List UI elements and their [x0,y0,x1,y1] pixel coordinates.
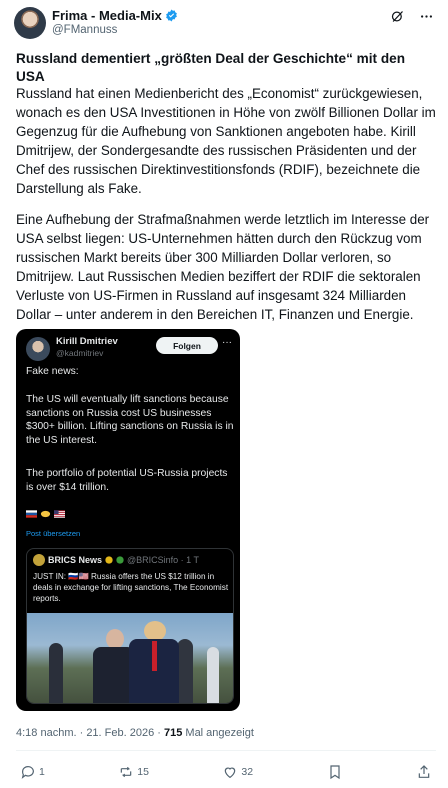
repost-count: 15 [137,766,149,778]
like-count: 32 [241,766,254,778]
like-button[interactable]: 32 [222,764,253,780]
embed-more-icon: ··· [222,337,232,348]
embed-author-handle: @kadmitriev [56,348,104,358]
embed-text-1: Fake news: [26,366,79,377]
embed-text-3: The portfolio of potential US-Russia pro… [26,468,228,493]
reply-icon [21,766,34,779]
embed-translate-link: Post übersetzen [26,529,81,538]
quote-author-name: BRICS News [48,555,103,565]
header-actions [390,9,434,24]
verified-badge-icon [165,9,177,22]
bookmark-icon [329,765,340,780]
affiliate-badge-icon [116,556,124,564]
repost-icon [121,766,132,778]
reply-count: 1 [39,766,45,778]
usa-flag-icon [54,510,65,518]
quote-header: BRICS News @BRICSinfo · 1 T [33,554,199,566]
post-paragraph-1: Russland hat einen Medienbericht des „Ec… [16,86,436,196]
embed-author-name: Kirill Dmitriev [56,336,118,347]
post-meta: 4:18 nachm. · 21. Feb. 2026 · 715 Mal an… [16,727,254,739]
bookmark-button[interactable] [327,764,343,780]
embedded-post-image[interactable]: Kirill Dmitriev @kadmitriev Folgen ··· F… [16,329,240,711]
photo-figure-background-3 [207,647,219,703]
grok-icon[interactable] [390,9,405,24]
photo-red-tie [152,641,157,671]
more-icon[interactable] [419,9,434,24]
view-count: 715 [163,727,183,739]
author-handle[interactable]: @FMannuss [52,24,117,36]
post-title: Russland dementiert „größten Deal der Ge… [16,51,406,84]
action-bar: 1 15 32 [20,763,432,781]
divider [16,750,436,751]
embed-text-2: The US will eventually lift sanctions be… [26,394,234,446]
quote-photo [27,613,233,703]
share-button[interactable] [416,764,432,780]
photo-figure-background-1 [49,643,63,703]
brics-logo-icon [33,554,45,566]
quote-text: JUST IN: 🇷🇺🇺🇸 Russia offers the US $12 t… [33,572,229,603]
russia-flag-icon [26,510,37,518]
share-icon [418,765,430,778]
gold-verified-icon [105,556,113,564]
reply-button[interactable]: 1 [20,764,45,780]
view-count-label: Mal angezeigt [185,727,254,739]
embed-avatar [26,337,50,361]
embed-flags [26,510,65,518]
author-name[interactable]: Frima - Media-Mix [52,8,162,23]
avatar[interactable] [14,7,46,39]
embed-quoted-post: BRICS News @BRICSinfo · 1 T JUST IN: 🇷🇺🇺… [26,548,234,704]
quote-author-handle: @BRICSinfo · 1 T [127,555,200,565]
post-paragraph-2: Eine Aufhebung der Strafmaßnahmen werde … [16,212,430,322]
photo-person-right-head [144,621,166,641]
photo-figure-background-2 [177,639,193,703]
author-name-line[interactable]: Frima - Media-Mix [52,8,178,23]
post-timestamp[interactable]: 4:18 nachm. · 21. Feb. 2026 · [16,727,161,739]
embed-follow-button: Folgen [156,337,218,354]
heart-icon [225,767,236,779]
repost-button[interactable]: 15 [118,764,149,780]
post-header: Frima - Media-Mix @FMannuss [14,7,438,39]
handshake-icon [40,510,51,518]
photo-person-left-head [106,629,124,649]
